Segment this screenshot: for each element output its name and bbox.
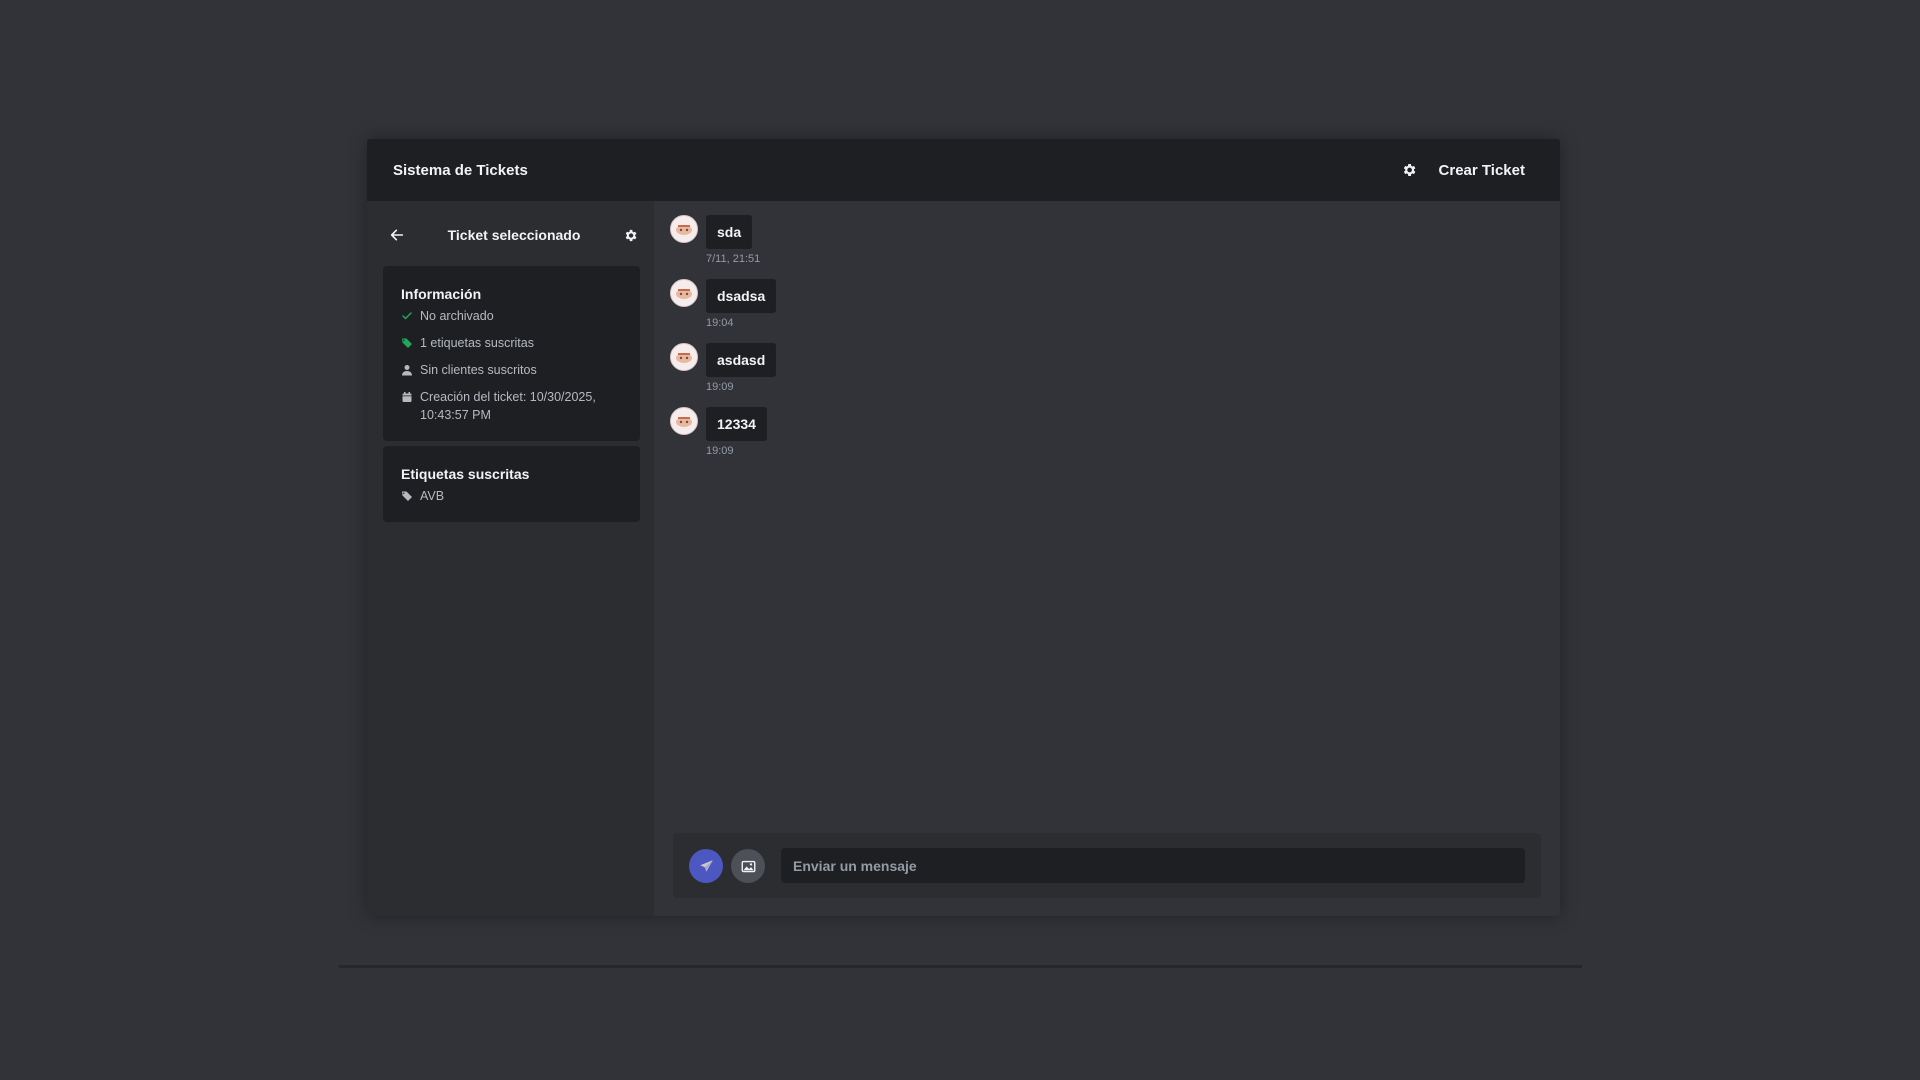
chat-panel: sda 7/11, 21:51 dsadsa 19:04 asdasd 19:0… bbox=[654, 201, 1560, 916]
user-icon bbox=[402, 365, 412, 376]
top-bar: Sistema de Tickets Crear Ticket bbox=[367, 139, 1560, 201]
send-icon bbox=[699, 859, 713, 871]
sidebar-header: Ticket seleccionado bbox=[367, 215, 654, 255]
avatar-image-icon bbox=[676, 353, 692, 363]
avatar bbox=[670, 215, 698, 243]
attach-image-button[interactable] bbox=[731, 849, 765, 883]
message-item: sda 7/11, 21:51 bbox=[670, 215, 760, 265]
tag-icon bbox=[402, 491, 412, 501]
message-bubble: asdasd bbox=[706, 343, 777, 377]
create-ticket-button[interactable]: Crear Ticket bbox=[1439, 162, 1525, 179]
ticket-sidebar: Ticket seleccionado Información No archi… bbox=[367, 201, 654, 916]
calendar-icon bbox=[402, 392, 412, 402]
archived-status-text: No archivado bbox=[420, 309, 494, 323]
created-row: Creación del ticket: 10/30/2025, 10:43:5… bbox=[401, 388, 622, 424]
avatar-image-icon bbox=[676, 417, 692, 427]
tag-label: AVB bbox=[420, 489, 445, 503]
tags-count-row: 1 etiquetas suscritas bbox=[401, 334, 622, 352]
message-time: 19:09 bbox=[706, 381, 734, 393]
message-bubble: dsadsa bbox=[706, 279, 777, 313]
clients-row: Sin clientes suscritos bbox=[401, 361, 622, 379]
check-icon bbox=[402, 312, 412, 320]
message-item: asdasd 19:09 bbox=[670, 343, 777, 393]
avatar bbox=[670, 407, 698, 435]
clients-text: Sin clientes suscritos bbox=[420, 363, 537, 377]
ticket-app-window: Sistema de Tickets Crear Ticket Ticket s… bbox=[367, 139, 1560, 916]
tag-icon bbox=[402, 338, 412, 348]
message-time: 19:04 bbox=[706, 317, 734, 329]
message-time: 19:09 bbox=[706, 445, 734, 457]
subscribed-tags-card: Etiquetas suscritas AVB bbox=[383, 446, 640, 522]
tag-item[interactable]: AVB bbox=[401, 487, 622, 505]
send-button[interactable] bbox=[689, 849, 723, 883]
tags-card-title: Etiquetas suscritas bbox=[401, 466, 530, 482]
avatar-image-icon bbox=[676, 289, 692, 299]
image-icon bbox=[741, 860, 755, 872]
info-card: Información No archivado 1 etiquetas sus… bbox=[383, 266, 640, 441]
tags-count-text: 1 etiquetas suscritas bbox=[420, 336, 534, 350]
avatar-image-icon bbox=[676, 225, 692, 235]
message-item: dsadsa 19:04 bbox=[670, 279, 777, 329]
message-composer bbox=[673, 833, 1541, 898]
avatar bbox=[670, 279, 698, 307]
app-title: Sistema de Tickets bbox=[393, 161, 528, 179]
top-bar-actions: Crear Ticket bbox=[1401, 162, 1534, 179]
settings-gear-icon[interactable] bbox=[1401, 162, 1417, 178]
message-item: 12334 19:09 bbox=[670, 407, 767, 457]
ticket-settings-gear-icon[interactable] bbox=[623, 228, 638, 243]
message-bubble: sda bbox=[706, 215, 753, 249]
bottom-divider bbox=[339, 965, 1582, 968]
message-bubble: 12334 bbox=[706, 407, 767, 441]
message-time: 7/11, 21:51 bbox=[706, 253, 761, 265]
avatar bbox=[670, 343, 698, 371]
back-arrow-icon[interactable] bbox=[389, 227, 405, 243]
info-card-title: Información bbox=[401, 286, 482, 302]
message-input[interactable] bbox=[781, 848, 1525, 883]
selected-ticket-title: Ticket seleccionado bbox=[447, 227, 581, 243]
created-text: Creación del ticket: 10/30/2025, 10:43:5… bbox=[420, 390, 596, 422]
archived-status-row: No archivado bbox=[401, 307, 622, 325]
